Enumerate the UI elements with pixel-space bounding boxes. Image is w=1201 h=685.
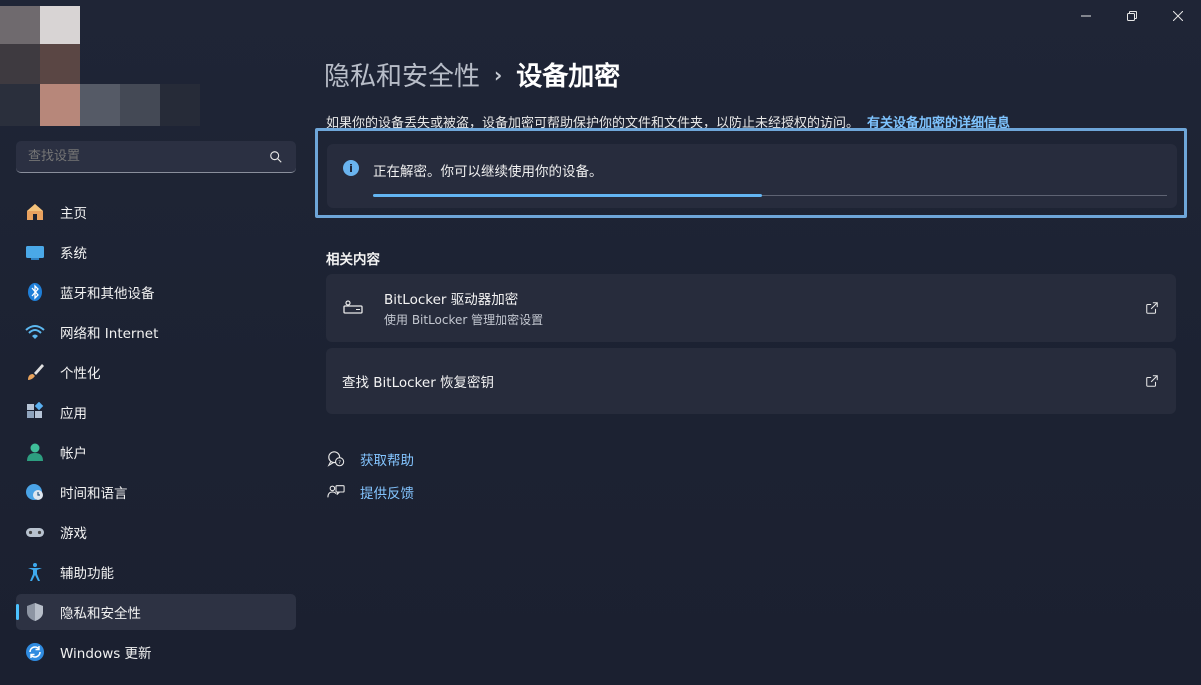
card-text: BitLocker 驱动器加密 使用 BitLocker 管理加密设置 xyxy=(384,288,543,328)
sidebar-item-personalization[interactable]: 个性化 xyxy=(16,354,296,390)
sidebar-item-label: 个性化 xyxy=(60,366,101,382)
bitlocker-drive-encryption-card[interactable]: BitLocker 驱动器加密 使用 BitLocker 管理加密设置 xyxy=(326,274,1176,342)
sidebar-item-label: 应用 xyxy=(60,406,87,422)
card-title: BitLocker 驱动器加密 xyxy=(384,292,519,308)
home-icon xyxy=(24,201,46,223)
progress-bar xyxy=(373,194,762,197)
gamepad-icon xyxy=(24,521,46,543)
give-feedback-link[interactable]: 提供反馈 xyxy=(326,482,414,502)
card-text: 查找 BitLocker 恢复密钥 xyxy=(342,371,494,391)
search-icon[interactable] xyxy=(268,149,284,165)
breadcrumb-parent[interactable]: 隐私和安全性 xyxy=(324,56,480,93)
sidebar: 主页 系统 蓝牙和其他设备 网络和 Internet xyxy=(0,0,310,685)
sidebar-item-accounts[interactable]: 帐户 xyxy=(16,434,296,470)
apps-icon xyxy=(24,401,46,423)
breadcrumb-separator: › xyxy=(494,62,503,87)
system-icon xyxy=(24,241,46,263)
update-icon xyxy=(24,641,46,663)
feedback-icon xyxy=(326,482,346,502)
sidebar-item-home[interactable]: 主页 xyxy=(16,194,296,230)
sidebar-item-windows-update[interactable]: Windows 更新 xyxy=(16,634,296,670)
globe-clock-icon xyxy=(24,481,46,503)
svg-text:?: ? xyxy=(338,460,341,466)
nav-list: 主页 系统 蓝牙和其他设备 网络和 Internet 个性化 应用 帐户 时间和… xyxy=(16,194,296,674)
status-text: 正在解密。你可以继续使用你的设备。 xyxy=(373,164,603,180)
related-content-title: 相关内容 xyxy=(326,252,380,268)
page-title: 设备加密 xyxy=(516,62,621,92)
help-chat-icon: ? xyxy=(326,449,346,469)
sidebar-item-label: 游戏 xyxy=(60,526,87,542)
give-feedback-label: 提供反馈 xyxy=(360,486,414,502)
sidebar-item-label: 蓝牙和其他设备 xyxy=(60,286,155,302)
sidebar-item-system[interactable]: 系统 xyxy=(16,234,296,270)
card-title: 查找 BitLocker 恢复密钥 xyxy=(342,375,495,391)
open-external-icon xyxy=(1144,300,1160,316)
sidebar-item-time-language[interactable]: 时间和语言 xyxy=(16,474,296,510)
find-recovery-key-card[interactable]: 查找 BitLocker 恢复密钥 xyxy=(326,348,1176,414)
decryption-status-card: i 正在解密。你可以继续使用你的设备。 xyxy=(327,144,1177,208)
account-icon xyxy=(24,441,46,463)
open-external-icon xyxy=(1144,373,1160,389)
brush-icon xyxy=(24,361,46,383)
sidebar-item-bluetooth[interactable]: 蓝牙和其他设备 xyxy=(16,274,296,310)
get-help-link[interactable]: ? 获取帮助 xyxy=(326,449,414,469)
sidebar-item-accessibility[interactable]: 辅助功能 xyxy=(16,554,296,590)
wifi-icon xyxy=(24,321,46,343)
sidebar-item-label: 系统 xyxy=(60,246,87,262)
settings-window: 主页 系统 蓝牙和其他设备 网络和 Internet xyxy=(0,0,1201,685)
sidebar-item-label: 主页 xyxy=(60,206,87,222)
shield-icon xyxy=(24,601,46,623)
info-icon: i xyxy=(343,160,359,176)
avatar[interactable] xyxy=(0,6,200,136)
sidebar-item-label: 时间和语言 xyxy=(60,486,128,502)
sidebar-item-label: Windows 更新 xyxy=(60,646,152,662)
get-help-label: 获取帮助 xyxy=(360,453,414,469)
sidebar-item-privacy-security[interactable]: 隐私和安全性 xyxy=(16,594,296,630)
search-box[interactable] xyxy=(16,141,296,173)
breadcrumb: 隐私和安全性 › 设备加密 xyxy=(324,56,620,93)
sidebar-item-gaming[interactable]: 游戏 xyxy=(16,514,296,550)
sidebar-item-apps[interactable]: 应用 xyxy=(16,394,296,430)
sidebar-item-label: 隐私和安全性 xyxy=(60,606,141,622)
drive-key-icon xyxy=(342,297,364,319)
sidebar-item-label: 网络和 Internet xyxy=(60,326,159,342)
sidebar-item-label: 帐户 xyxy=(60,446,87,462)
sidebar-item-network[interactable]: 网络和 Internet xyxy=(16,314,296,350)
accessibility-icon xyxy=(24,561,46,583)
sidebar-item-label: 辅助功能 xyxy=(60,566,114,582)
main-content: 隐私和安全性 › 设备加密 如果你的设备丢失或被盗，设备加密可帮助保护你的文件和… xyxy=(310,0,1201,685)
bluetooth-icon xyxy=(24,281,46,303)
card-subtitle: 使用 BitLocker 管理加密设置 xyxy=(384,313,544,327)
search-input[interactable] xyxy=(28,149,268,164)
